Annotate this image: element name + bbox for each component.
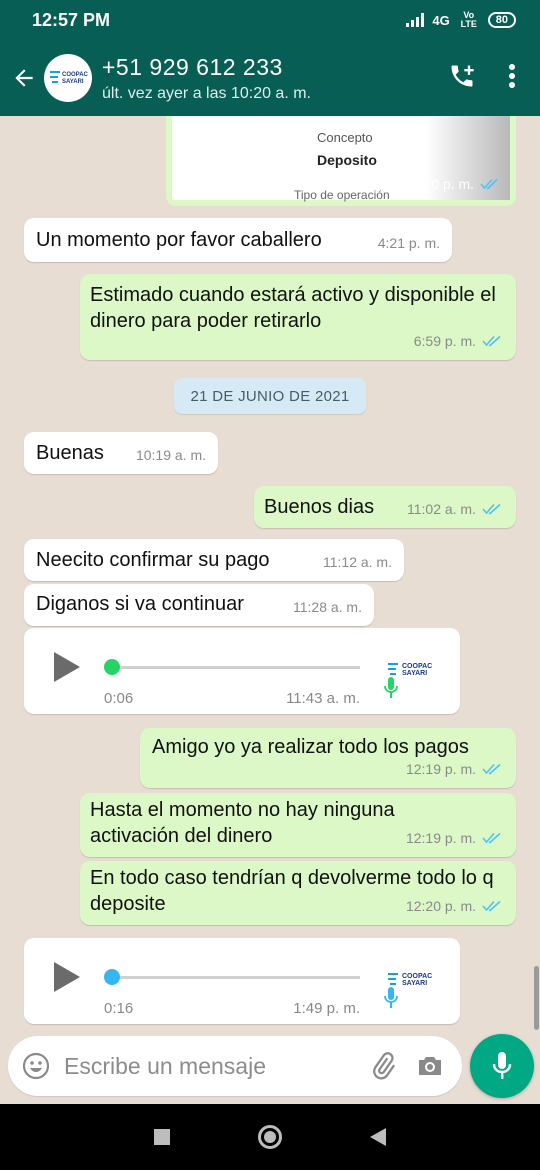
receipt-image: Concepto Deposito Tipo de operación 4:20… bbox=[172, 116, 510, 202]
mic-icon bbox=[384, 987, 398, 1008]
contact-name: +51 929 612 233 bbox=[102, 53, 283, 80]
back-arrow-icon[interactable] bbox=[4, 65, 44, 91]
attach-icon[interactable] bbox=[368, 1051, 398, 1081]
message-bubble[interactable]: Buenos dias 11:02 a. m. bbox=[254, 486, 516, 528]
avatar[interactable]: COOPAC SAYARI bbox=[44, 54, 92, 102]
more-vert-icon[interactable] bbox=[508, 63, 516, 94]
message-time: 10:19 a. m. bbox=[135, 447, 206, 463]
message-bubble[interactable]: Diganos si va continuar 11:28 a. m. bbox=[24, 584, 374, 626]
message-bubble[interactable]: Buenas 10:19 a. m. bbox=[24, 432, 218, 474]
message-meta: 4:20 p. m. bbox=[412, 176, 500, 192]
message-bubble[interactable]: En todo caso tendrían q devolverme todo … bbox=[80, 861, 516, 925]
message-text: Neecito confirmar su pago bbox=[36, 549, 270, 571]
logo-text-sayari: SAYARI bbox=[402, 670, 427, 677]
message-text: Buenos dias bbox=[264, 496, 375, 518]
status-bar: 12:57 PM 4G Vo LTE 80 bbox=[0, 0, 540, 40]
message-text: Buenas bbox=[36, 442, 104, 464]
nav-back-icon[interactable] bbox=[370, 1128, 386, 1146]
voice-message[interactable]: 0:16 1:49 p. m. COOPAC SAYARI bbox=[24, 938, 460, 1024]
audio-progress-handle[interactable] bbox=[104, 659, 120, 675]
chat-header: COOPAC SAYARI +51 929 612 233 últ. vez a… bbox=[0, 40, 540, 116]
logo-text-sayari: SAYARI bbox=[402, 980, 427, 987]
audio-duration: 0:16 bbox=[104, 1000, 134, 1017]
last-seen: últ. vez ayer a las 10:20 a. m. bbox=[102, 84, 311, 102]
logo-text-coopac: COOPAC bbox=[402, 973, 432, 980]
audio-progress-track[interactable] bbox=[110, 976, 360, 979]
emoji-icon[interactable] bbox=[22, 1052, 50, 1080]
message-meta: 12:20 p. m. bbox=[406, 893, 504, 919]
camera-icon[interactable] bbox=[416, 1054, 444, 1078]
mic-icon bbox=[384, 677, 398, 698]
message-meta: 11:12 a. m. bbox=[323, 549, 392, 575]
message-text: Hasta el momento no hay ninguna activaci… bbox=[90, 799, 395, 847]
message-input-placeholder[interactable]: Escribe un mensaje bbox=[64, 1053, 368, 1080]
message-time: 12:19 p. m. bbox=[405, 761, 476, 777]
message-time: 6:59 p. m. bbox=[413, 333, 476, 349]
add-call-icon[interactable] bbox=[448, 62, 476, 95]
audio-progress-handle[interactable] bbox=[104, 969, 120, 985]
home-icon[interactable] bbox=[258, 1125, 282, 1149]
message-bubble[interactable]: Hasta el momento no hay ninguna activaci… bbox=[80, 793, 516, 857]
read-ticks-icon bbox=[482, 335, 501, 347]
record-voice-button[interactable] bbox=[470, 1034, 534, 1098]
read-ticks-icon bbox=[480, 178, 498, 190]
logo-text-sayari: SAYARI bbox=[62, 79, 84, 85]
play-icon[interactable] bbox=[54, 962, 80, 992]
status-icons: 4G Vo LTE 80 bbox=[406, 11, 516, 29]
message-time: 11:43 a. m. bbox=[286, 690, 360, 707]
audio-duration: 0:06 bbox=[104, 690, 134, 707]
read-ticks-icon bbox=[482, 900, 501, 912]
mic-icon bbox=[492, 1052, 512, 1079]
battery-icon: 80 bbox=[487, 12, 516, 28]
message-bubble[interactable]: Un momento por favor caballero 4:21 p. m… bbox=[24, 218, 452, 262]
read-ticks-icon bbox=[482, 503, 501, 515]
message-text: Un momento por favor caballero bbox=[36, 229, 322, 251]
message-meta: 6:59 p. m. bbox=[414, 328, 504, 354]
system-nav-bar bbox=[0, 1104, 540, 1170]
message-time: 12:19 p. m. bbox=[405, 830, 476, 846]
voice-message[interactable]: 0:06 11:43 a. m. COOPAC SAYARI bbox=[24, 628, 460, 714]
message-input[interactable]: Escribe un mensaje bbox=[8, 1036, 462, 1096]
receipt-operation-label: Tipo de operación bbox=[294, 188, 390, 202]
message-time: 1:49 p. m. bbox=[293, 1000, 360, 1017]
message-meta: 4:21 p. m. bbox=[378, 230, 440, 256]
coopac-logo-icon: COOPAC SAYARI bbox=[50, 71, 88, 85]
read-ticks-icon bbox=[482, 763, 501, 775]
message-text: Diganos si va continuar bbox=[36, 593, 244, 615]
message-time: 4:20 p. m. bbox=[411, 176, 474, 192]
message-time: 4:21 p. m. bbox=[377, 235, 440, 251]
message-meta: 12:19 p. m. bbox=[406, 756, 504, 782]
network-type: 4G bbox=[432, 12, 450, 28]
message-time: 12:20 p. m. bbox=[405, 898, 476, 914]
audio-progress-track[interactable] bbox=[110, 666, 360, 669]
chat-area[interactable]: Concepto Deposito Tipo de operación 4:20… bbox=[0, 116, 540, 1032]
message-meta: 11:28 a. m. bbox=[293, 594, 362, 620]
image-message[interactable]: Concepto Deposito Tipo de operación 4:20… bbox=[166, 116, 516, 206]
message-time: 11:28 a. m. bbox=[292, 599, 362, 615]
message-bubble[interactable]: Amigo yo ya realizar todo los pagos 12:1… bbox=[140, 728, 516, 788]
scrollbar[interactable] bbox=[534, 966, 539, 1030]
message-meta: 12:19 p. m. bbox=[406, 825, 504, 851]
play-icon[interactable] bbox=[54, 652, 80, 682]
logo-text-coopac: COOPAC bbox=[62, 72, 88, 78]
contact-info[interactable]: +51 929 612 233 últ. vez ayer a las 10:2… bbox=[102, 54, 448, 103]
date-separator: 21 DE JUNIO DE 2021 bbox=[174, 378, 366, 414]
receipt-label: Concepto bbox=[317, 130, 373, 145]
recents-icon[interactable] bbox=[154, 1129, 170, 1145]
receipt-value: Deposito bbox=[317, 152, 377, 168]
message-input-bar: Escribe un mensaje bbox=[0, 1032, 540, 1104]
message-bubble[interactable]: Neecito confirmar su pago 11:12 a. m. bbox=[24, 539, 404, 581]
status-time: 12:57 PM bbox=[32, 9, 111, 30]
message-time: 11:02 a. m. bbox=[406, 501, 476, 517]
message-time: 11:12 a. m. bbox=[322, 554, 392, 570]
volte-icon: Vo LTE bbox=[460, 10, 477, 29]
message-bubble[interactable]: Estimado cuando estará activo y disponib… bbox=[80, 274, 516, 360]
message-text: Estimado cuando estará activo y disponib… bbox=[90, 284, 496, 332]
message-meta: 11:02 a. m. bbox=[407, 496, 504, 522]
signal-icon bbox=[406, 13, 425, 27]
message-meta: 10:19 a. m. bbox=[136, 442, 206, 468]
read-ticks-icon bbox=[482, 832, 501, 844]
logo-text-coopac: COOPAC bbox=[402, 663, 432, 670]
